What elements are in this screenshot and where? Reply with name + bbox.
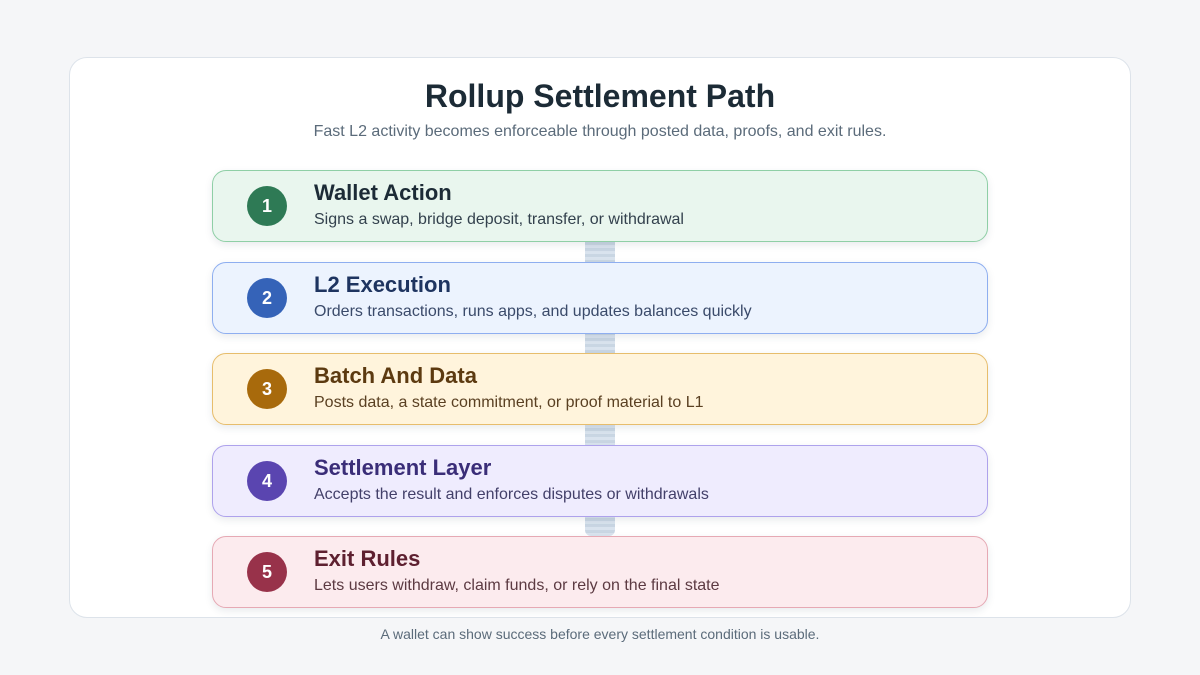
diagram-subtitle: Fast L2 activity becomes enforceable thr… <box>313 123 887 140</box>
step-title: Wallet Action <box>314 180 452 205</box>
step-number-badge: 2 <box>247 278 287 318</box>
step-description: Accepts the result and enforces disputes… <box>314 486 709 503</box>
step-card-3: 3 Batch And Data Posts data, a state com… <box>212 353 988 425</box>
step-card-5: 5 Exit Rules Lets users withdraw, claim … <box>212 536 988 608</box>
step-title: Exit Rules <box>314 546 421 571</box>
step-number-badge: 1 <box>247 186 287 226</box>
step-title: L2 Execution <box>314 272 451 297</box>
step-number-badge: 4 <box>247 461 287 501</box>
step-description: Orders transactions, runs apps, and upda… <box>314 303 752 320</box>
step-card-2: 2 L2 Execution Orders transactions, runs… <box>212 262 988 334</box>
footnote: A wallet can show success before every s… <box>380 626 820 642</box>
step-card-4: 4 Settlement Layer Accepts the result an… <box>212 445 988 517</box>
step-description: Lets users withdraw, claim funds, or rel… <box>314 577 720 594</box>
step-title: Settlement Layer <box>314 455 492 480</box>
step-description: Signs a swap, bridge deposit, transfer, … <box>314 211 684 228</box>
step-title: Batch And Data <box>314 363 477 388</box>
step-number-badge: 3 <box>247 369 287 409</box>
diagram-title: Rollup Settlement Path <box>424 78 776 114</box>
step-description: Posts data, a state commitment, or proof… <box>314 394 704 411</box>
step-card-1: 1 Wallet Action Signs a swap, bridge dep… <box>212 170 988 242</box>
step-number-badge: 5 <box>247 552 287 592</box>
